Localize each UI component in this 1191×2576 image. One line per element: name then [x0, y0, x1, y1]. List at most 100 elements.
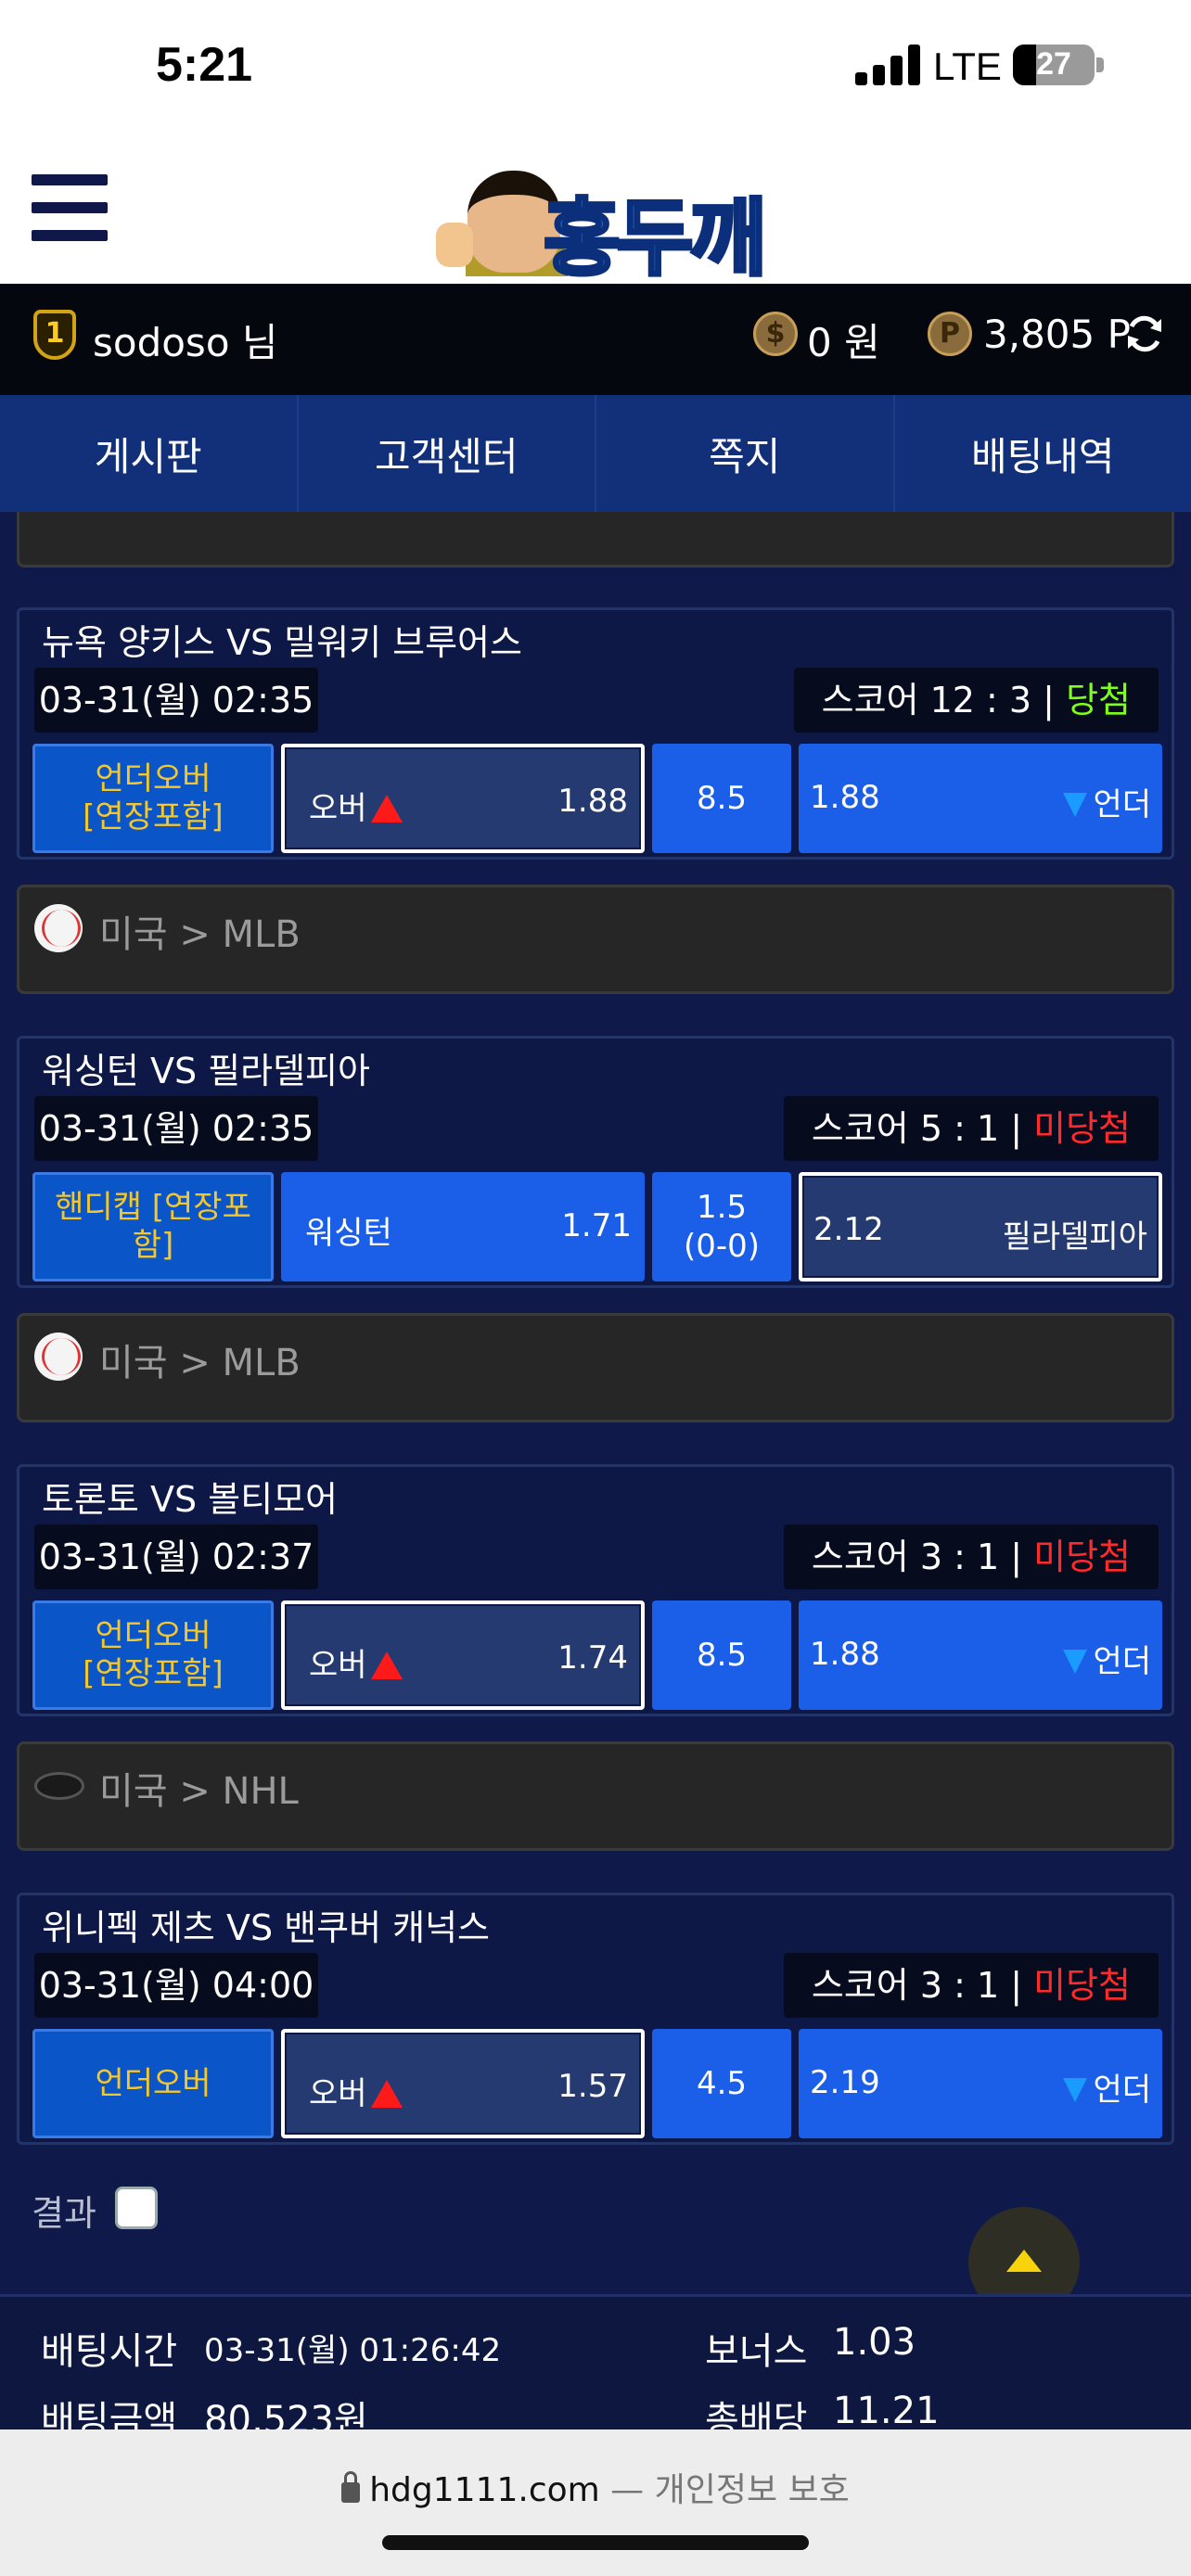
bet-summary: 배팅시간 03-31(월) 01:26:42 보너스 1.03 배팅금액 80,… — [0, 2294, 1191, 2442]
refresh-icon[interactable] — [1122, 312, 1167, 356]
home-odds-button[interactable]: 워싱턴 1.71 — [281, 1172, 645, 1282]
line-value-button[interactable]: 8.5 — [652, 1600, 791, 1710]
away-odds: 1.88 — [810, 1636, 880, 1673]
away-odds-button[interactable]: 2.19 언더 — [799, 2029, 1162, 2138]
match-title: 토론토 VS 볼티모어 — [42, 1479, 338, 1520]
away-name: 언더 — [1093, 786, 1151, 823]
clock: 5:21 — [156, 38, 253, 92]
score-box: 스코어 12 : 3 | 당첨 — [793, 668, 1159, 733]
username[interactable]: sodoso 님 — [93, 312, 278, 368]
result-badge: 당첨 — [1066, 680, 1131, 721]
away-odds: 2.19 — [810, 2064, 880, 2101]
baseball-icon — [34, 904, 83, 952]
odds-row: 언더오버 [연장포함] 오버 1.88 8.5 1.88 언더 — [32, 744, 1162, 853]
money-coin-icon: $ — [753, 312, 798, 356]
home-odds-button[interactable]: 오버 1.57 — [281, 2029, 645, 2138]
browser-address-bar[interactable]: hdg1111.com — 개인정보 보호 — [0, 2429, 1191, 2576]
tab-board[interactable]: 게시판 — [0, 395, 299, 512]
away-odds: 1.88 — [810, 779, 880, 816]
menu-icon[interactable] — [32, 174, 108, 241]
total-odds-value: 11.21 — [833, 2390, 940, 2432]
home-name: 오버 — [309, 2075, 367, 2112]
away-name: 언더 — [1093, 1643, 1151, 1680]
away-name: 언더 — [1093, 2072, 1151, 2109]
match-title: 뉴욕 양키스 VS 밀워키 브루어스 — [42, 622, 522, 663]
match-date: 03-31(월) 02:35 — [34, 668, 318, 733]
home-odds: 1.57 — [557, 2068, 628, 2105]
home-name: 워싱턴 — [305, 1215, 392, 1252]
score-box: 스코어 3 : 1 | 미당첨 — [783, 1953, 1159, 2018]
tab-messages[interactable]: 쪽지 — [596, 395, 895, 512]
odds-row: 핸디캡 [연장포함] 워싱턴 1.71 1.5 (0-0) 2.12 필라델피아 — [32, 1172, 1162, 1282]
bet-type-label: 언더오버 [연장포함] — [32, 1600, 274, 1710]
home-name: 오버 — [309, 1647, 367, 1684]
point-balance: 3,805 P — [983, 312, 1131, 357]
lock-icon — [341, 2471, 361, 2503]
bet-type-label: 언더오버 — [32, 2029, 274, 2138]
logo-text: 홍두깨 — [542, 188, 768, 289]
away-odds-button[interactable]: 1.88 언더 — [799, 744, 1162, 853]
league-label: 미국 > MLB — [99, 1342, 301, 1384]
league-label: 미국 > MLB — [99, 913, 301, 956]
money-balance: 0 원 — [807, 320, 880, 365]
url-display[interactable]: hdg1111.com — 개인정보 보호 — [0, 2463, 1191, 2511]
battery-level: 27 — [1036, 46, 1071, 82]
line-value-button[interactable]: 8.5 — [652, 744, 791, 853]
network-label: LTE — [933, 45, 1002, 88]
tab-bet-history[interactable]: 배팅내역 — [895, 395, 1191, 512]
league-header: 미국 > NHL — [17, 1741, 1174, 1851]
home-indicator[interactable] — [382, 2535, 809, 2550]
home-odds-button[interactable]: 오버 1.74 — [281, 1600, 645, 1710]
down-arrow-icon — [1063, 793, 1088, 817]
line-value: 4.5 — [696, 2064, 748, 2102]
bet-type-label: 핸디캡 [연장포함] — [32, 1172, 274, 1282]
score-box: 스코어 5 : 1 | 미당첨 — [783, 1096, 1159, 1161]
bet-time-label: 배팅시간 — [41, 2330, 178, 2373]
level-badge-icon: 1 — [33, 310, 76, 360]
match-date: 03-31(월) 02:37 — [34, 1524, 318, 1589]
baseball-icon — [34, 1333, 83, 1381]
bet-game-card: 토론토 VS 볼티모어 03-31(월) 02:37 스코어 3 : 1 | 미… — [17, 1464, 1174, 1716]
match-date: 03-31(월) 04:00 — [34, 1953, 318, 2018]
result-badge: 미당첨 — [1033, 1537, 1131, 1577]
tab-customer-center[interactable]: 고객센터 — [299, 395, 596, 512]
league-header: 미국 > MLB — [17, 1313, 1174, 1422]
line-value-button[interactable]: 4.5 — [652, 2029, 791, 2138]
away-name: 필라델피아 — [1002, 1218, 1147, 1256]
battery-icon: 27 — [1013, 45, 1095, 85]
score-text: 스코어 5 : 1 | — [811, 1108, 1034, 1149]
league-label: 미국 > NHL — [99, 1770, 299, 1813]
score-box: 스코어 3 : 1 | 미당첨 — [783, 1524, 1159, 1589]
odds-row: 언더오버 오버 1.57 4.5 2.19 언더 — [32, 2029, 1162, 2138]
battery-cap — [1096, 57, 1104, 72]
status-bar: 5:21 LTE 27 — [0, 0, 1191, 148]
score-text: 스코어 3 : 1 | — [811, 1965, 1034, 2006]
away-odds: 2.12 — [813, 1211, 884, 1248]
match-date: 03-31(월) 02:35 — [34, 1096, 318, 1161]
score-text: 스코어 12 : 3 | — [821, 680, 1067, 721]
match-title: 워싱턴 VS 필라델피아 — [42, 1051, 370, 1091]
line-value: 1.5 — [696, 1188, 748, 1226]
main-nav: 게시판 고객센터 쪽지 배팅내역 — [0, 395, 1191, 512]
match-title: 위니펙 제츠 VS 밴쿠버 캐넉스 — [42, 1907, 490, 1948]
point-coin-icon: P — [928, 312, 972, 356]
privacy-label: — 개인정보 보호 — [599, 2471, 850, 2509]
league-header-partial — [17, 512, 1174, 567]
result-checkbox[interactable] — [115, 2187, 158, 2229]
home-odds: 1.71 — [561, 1207, 632, 1244]
site-logo[interactable]: 홍두깨 — [432, 158, 768, 289]
bonus-label: 보너스 — [705, 2330, 808, 2373]
bet-type-label: 언더오버 [연장포함] — [32, 744, 274, 853]
hockey-puck-icon — [34, 1772, 84, 1800]
user-bar: 1 sodoso 님 $ 0 원 P 3,805 P — [0, 284, 1191, 395]
bonus-value: 1.03 — [833, 2321, 916, 2364]
home-odds-button[interactable]: 오버 1.88 — [281, 744, 645, 853]
line-sub-value: (0-0) — [683, 1228, 761, 1265]
away-odds-button[interactable]: 1.88 언더 — [799, 1600, 1162, 1710]
up-arrow-icon — [370, 2080, 403, 2108]
league-header: 미국 > MLB — [17, 885, 1174, 994]
result-badge: 미당첨 — [1033, 1108, 1131, 1149]
away-odds-button[interactable]: 2.12 필라델피아 — [799, 1172, 1162, 1282]
up-arrow-icon — [370, 1651, 403, 1679]
line-value-button[interactable]: 1.5 (0-0) — [652, 1172, 791, 1282]
